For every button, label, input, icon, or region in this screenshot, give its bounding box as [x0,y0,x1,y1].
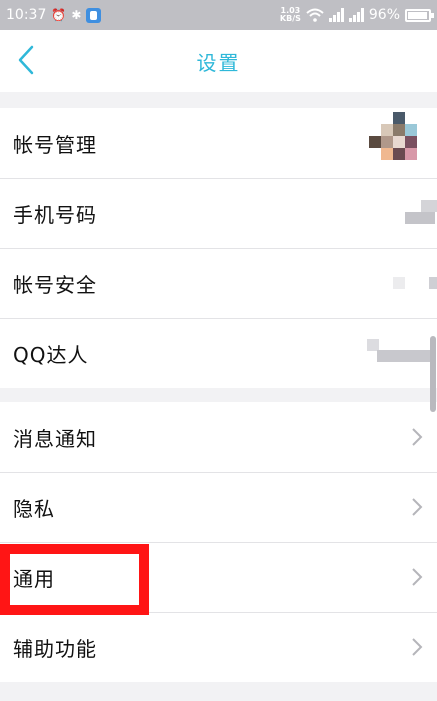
row-label: QQ达人 [13,342,89,367]
status-bar: 10:37 ⏰ ✱ 1.03 KB/S 96% [0,0,437,30]
avatar [369,112,417,160]
chevron-right-icon [412,568,423,586]
account-settings-group: 帐号管理 手机号码 帐号安全 QQ达人 [0,108,437,388]
wifi-icon [306,8,324,22]
chevron-right-icon [412,498,423,516]
chevron-right-icon [412,638,423,656]
row-label: 隐私 [13,496,55,521]
net-speed: 1.03 KB/S [280,7,301,23]
accessibility-row[interactable]: 辅助功能 [0,612,437,682]
signal-icon [328,8,344,22]
battery-percent: 96% [368,7,400,23]
signal-icon-2 [348,8,364,22]
privacy-row[interactable]: 隐私 [0,472,437,542]
row-label: 帐号管理 [13,132,97,157]
status-bar-left: 10:37 ⏰ ✱ [6,7,102,23]
account-management-row[interactable]: 帐号管理 [0,108,437,178]
status-bar-right: 1.03 KB/S 96% [280,7,434,23]
row-label: 帐号安全 [13,272,97,297]
chevron-right-icon [412,428,423,446]
net-speed-unit: KB/S [279,14,301,23]
general-settings-group: 消息通知 隐私 通用 辅助功能 [0,402,437,682]
row-label: 通用 [13,566,55,591]
phone-number-row[interactable]: 手机号码 [0,178,437,248]
message-notification-row[interactable]: 消息通知 [0,402,437,472]
row-label: 辅助功能 [13,636,97,661]
scrollbar[interactable] [430,336,436,412]
bluetooth-icon: ✱ [71,8,82,22]
chevron-left-icon [18,45,34,75]
account-security-row[interactable]: 帐号安全 [0,248,437,318]
general-row[interactable]: 通用 [0,542,437,612]
qq-expert-row[interactable]: QQ达人 [0,318,437,388]
page-title: 设置 [196,50,241,75]
status-time: 10:37 [6,7,47,23]
back-button[interactable] [8,42,44,78]
row-label: 消息通知 [13,426,97,451]
title-bar: 设置 [0,30,437,92]
row-label: 手机号码 [13,202,97,227]
app-notification-icon [86,7,102,23]
battery-icon [405,8,434,22]
alarm-icon: ⏰ [51,8,67,22]
